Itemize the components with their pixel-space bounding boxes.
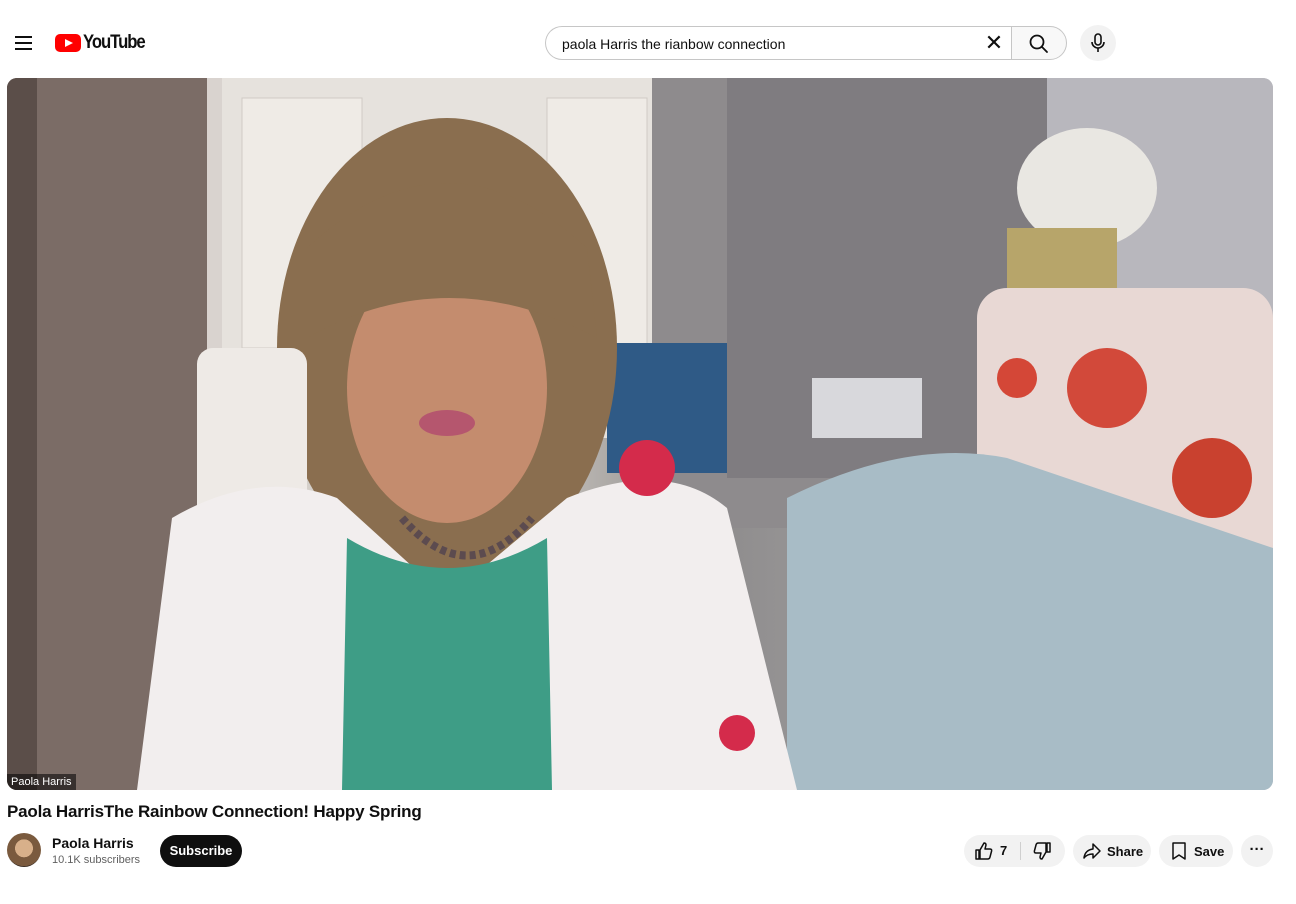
- more-actions-button[interactable]: ···: [1241, 835, 1273, 867]
- youtube-logo-icon: [55, 34, 81, 52]
- video-title: Paola HarrisThe Rainbow Connection! Happ…: [7, 802, 422, 821]
- like-count: 7: [1000, 843, 1008, 858]
- like-button[interactable]: 7: [964, 835, 1020, 867]
- more-icon: ···: [1249, 841, 1265, 858]
- like-dislike-group: 7: [964, 835, 1065, 867]
- voice-search-button[interactable]: [1080, 25, 1116, 61]
- thumbs-up-icon: [975, 842, 993, 860]
- search-box: ✕: [545, 26, 1012, 61]
- logo-text: YouTube: [83, 32, 146, 53]
- menu-icon[interactable]: [10, 28, 38, 58]
- dislike-button[interactable]: [1021, 835, 1065, 867]
- subscribe-button[interactable]: Subscribe: [160, 835, 242, 867]
- video-player[interactable]: Paola Harris: [7, 78, 1273, 790]
- bookmark-icon: [1172, 842, 1186, 860]
- video-frame: [7, 78, 1273, 790]
- save-label: Save: [1194, 844, 1225, 859]
- search-button[interactable]: [1011, 26, 1067, 60]
- video-caption: Paola Harris: [7, 774, 76, 790]
- youtube-logo[interactable]: YouTube: [55, 32, 153, 53]
- search-input[interactable]: [560, 27, 974, 61]
- save-button[interactable]: Save: [1159, 835, 1233, 867]
- top-bar: YouTube ✕: [0, 0, 1296, 80]
- share-button[interactable]: Share: [1073, 835, 1151, 867]
- mic-icon: [1091, 33, 1105, 52]
- subscriber-count: 10.1K subscribers: [52, 854, 141, 866]
- search-icon: [1029, 34, 1048, 53]
- clear-icon[interactable]: ✕: [984, 32, 1004, 54]
- channel-avatar[interactable]: [7, 833, 41, 867]
- share-label: Share: [1107, 844, 1144, 859]
- thumbs-down-icon: [1033, 842, 1051, 860]
- share-icon: [1083, 843, 1101, 859]
- channel-name[interactable]: Paola Harris: [52, 835, 134, 851]
